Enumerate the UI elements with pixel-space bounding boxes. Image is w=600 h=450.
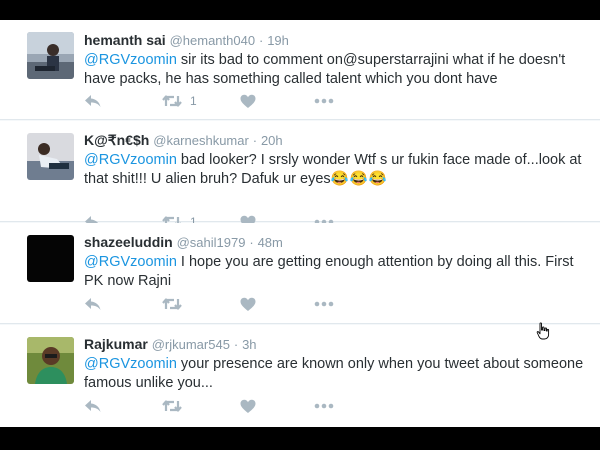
retweet-icon [162,95,182,107]
reply-icon [85,298,101,310]
tweet[interactable]: K@₹n€$h @karneshkumar · 20h @RGVzoomin b… [0,121,600,229]
timestamp[interactable]: 48m [258,235,283,250]
display-name[interactable]: shazeeluddin [84,234,173,250]
tweet-header: K@₹n€$h @karneshkumar · 20h [84,132,283,149]
retweet-icon [162,400,182,412]
more-button[interactable] [314,92,334,110]
username[interactable]: @rjkumar545 [152,337,230,352]
like-button[interactable] [240,397,256,415]
separator: · [233,337,239,352]
timestamp[interactable]: 19h [267,33,289,48]
tweet[interactable]: shazeeluddin @sahil1979 · 48m @RGVzoomin… [0,223,600,324]
reply-button[interactable] [84,295,102,313]
heart-icon [240,399,256,413]
tweet[interactable]: Rajkumar @rjkumar545 · 3h @RGVzoomin you… [0,325,600,427]
separator: · [258,33,264,48]
mention-link[interactable]: @RGVzoomin [84,356,177,372]
username[interactable]: @hemanth040 [170,33,255,48]
avatar[interactable] [27,235,74,282]
tweet-header: hemanth sai @hemanth040 · 19h [84,32,289,49]
tweet-actions [84,397,384,415]
like-button[interactable] [240,295,256,313]
more-button[interactable] [314,397,334,415]
tweet-text: @RGVzoomin your presence are known only … [84,355,584,393]
more-icon [314,98,334,104]
retweet-button[interactable] [162,397,190,415]
like-button[interactable] [240,92,256,110]
tweet-actions [84,295,384,313]
retweet-button[interactable] [162,295,190,313]
reply-button[interactable] [84,92,102,110]
tweet-actions: 1 [84,92,384,110]
username[interactable]: @sahil1979 [177,235,246,250]
timeline: hemanth sai @hemanth040 · 19h @RGVzoomin… [0,20,600,427]
more-icon [314,301,334,307]
reply-icon [85,95,101,107]
display-name[interactable]: Rajkumar [84,336,148,352]
mention-link[interactable]: @RGVzoomin [84,254,177,270]
retweet-icon [162,298,182,310]
tweet-text: @RGVzoomin sir its bad to comment on@sup… [84,51,584,89]
avatar[interactable] [27,32,74,79]
tweet-header: Rajkumar @rjkumar545 · 3h [84,336,257,353]
timestamp[interactable]: 3h [242,337,256,352]
timestamp[interactable]: 20h [261,133,283,148]
tears-of-joy-emoji: 😂😂😂 [330,171,388,187]
reply-button[interactable] [84,397,102,415]
avatar[interactable] [27,337,74,384]
display-name[interactable]: K@₹n€$h [84,132,149,148]
retweet-count: 1 [190,94,197,108]
heart-icon [240,94,256,108]
username[interactable]: @karneshkumar [153,133,249,148]
hand-cursor-icon [536,322,550,345]
mention-link[interactable]: @RGVzoomin [84,52,177,68]
tweet[interactable]: hemanth sai @hemanth040 · 19h @RGVzoomin… [0,20,600,120]
mention-link[interactable]: @RGVzoomin [84,152,177,168]
separator: · [252,133,258,148]
tweet-text: @RGVzoomin bad looker? I srsly wonder Wt… [84,151,584,189]
tweet-text: @RGVzoomin I hope you are getting enough… [84,253,584,291]
heart-icon [240,297,256,311]
separator: · [249,235,254,250]
tweet-header: shazeeluddin @sahil1979 · 48m [84,234,283,251]
avatar[interactable] [27,133,74,180]
more-button[interactable] [314,295,334,313]
reply-icon [85,400,101,412]
more-icon [314,403,334,409]
display-name[interactable]: hemanth sai [84,32,166,48]
retweet-button[interactable]: 1 [162,92,197,110]
